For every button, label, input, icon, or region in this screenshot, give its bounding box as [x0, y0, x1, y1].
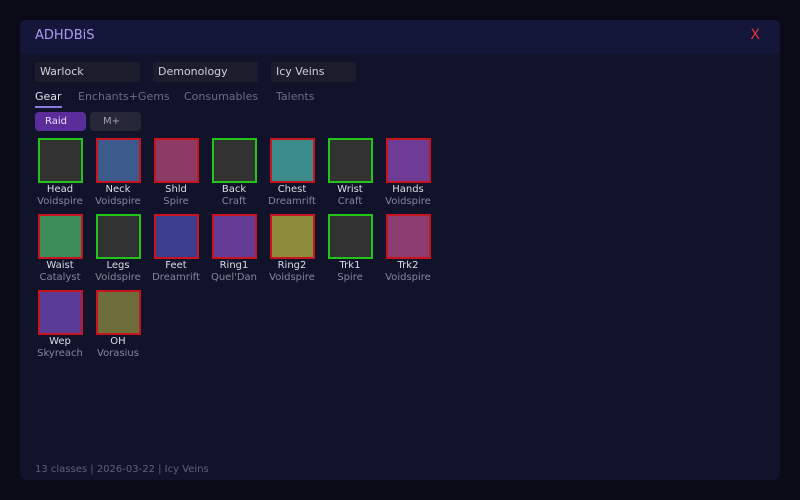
gear-slot-icon — [270, 138, 315, 183]
gear-slot-source: Catalyst — [39, 272, 81, 283]
gear-slot-icon — [96, 138, 141, 183]
gear-slot-source: Vorasius — [97, 348, 139, 359]
gear-slot-source: Craft — [221, 196, 247, 207]
gear-slot-feet[interactable]: Feet Dreamrift — [147, 214, 205, 286]
source-dropdown[interactable]: Icy Veins — [271, 62, 356, 82]
gear-slot-icon — [212, 138, 257, 183]
gear-slot-name: Trk1 — [339, 260, 361, 271]
gear-slot-source: Craft — [337, 196, 363, 207]
gear-slot-name: Trk2 — [397, 260, 419, 271]
gear-slot-name: Wrist — [337, 184, 363, 195]
gear-slot-name: Chest — [277, 184, 307, 195]
gear-slot-wep[interactable]: Wep Skyreach — [31, 290, 89, 362]
gear-slot-source: Skyreach — [37, 348, 83, 359]
gear-slot-icon — [328, 138, 373, 183]
gear-slot-ring1[interactable]: Ring1 Quel'Dan — [205, 214, 263, 286]
gear-slot-source: Quel'Dan — [210, 272, 258, 283]
gear-slot-icon — [386, 214, 431, 259]
gear-slot-trk1[interactable]: Trk1 Spire — [321, 214, 379, 286]
tab-gear[interactable]: Gear — [35, 90, 62, 108]
gear-slot-hands[interactable]: Hands Voidspire — [379, 138, 437, 210]
addon-window: ADHDBiS X Warlock Demonology Icy Veins G… — [20, 20, 780, 480]
tab-enchants-gems[interactable]: Enchants+Gems — [78, 90, 170, 103]
class-dropdown[interactable]: Warlock — [35, 62, 140, 82]
mode-mplus-button[interactable]: M+ — [90, 112, 141, 131]
gear-slot-source: Voidspire — [385, 196, 431, 207]
gear-slot-source: Voidspire — [37, 196, 83, 207]
tab-consumables[interactable]: Consumables — [184, 90, 258, 103]
gear-slot-icon — [386, 138, 431, 183]
close-button[interactable]: X — [750, 27, 760, 43]
gear-slot-icon — [212, 214, 257, 259]
gear-slot-icon — [270, 214, 315, 259]
gear-slot-name: Hands — [392, 184, 424, 195]
gear-slot-back[interactable]: Back Craft — [205, 138, 263, 210]
title-bar[interactable]: ADHDBiS X — [20, 20, 780, 54]
gear-slot-trk2[interactable]: Trk2 Voidspire — [379, 214, 437, 286]
gear-slot-name: Waist — [46, 260, 74, 271]
gear-slot-name: Ring1 — [219, 260, 249, 271]
gear-slot-name: Head — [46, 184, 74, 195]
spec-dropdown[interactable]: Demonology — [153, 62, 258, 82]
status-footer: 13 classes | 2026-03-22 | Icy Veins — [35, 464, 209, 475]
gear-slot-waist[interactable]: Waist Catalyst — [31, 214, 89, 286]
gear-slot-icon — [96, 290, 141, 335]
gear-slot-shld[interactable]: Shld Spire — [147, 138, 205, 210]
gear-slot-name: OH — [110, 336, 126, 347]
tab-talents[interactable]: Talents — [276, 90, 314, 103]
gear-slot-name: Back — [221, 184, 247, 195]
gear-slot-wrist[interactable]: Wrist Craft — [321, 138, 379, 210]
gear-slot-source: Voidspire — [95, 272, 141, 283]
gear-slot-icon — [38, 138, 83, 183]
gear-slot-source: Dreamrift — [268, 196, 316, 207]
gear-slot-source: Voidspire — [269, 272, 315, 283]
window-title: ADHDBiS — [35, 28, 95, 43]
gear-slot-ring2[interactable]: Ring2 Voidspire — [263, 214, 321, 286]
gear-slot-icon — [38, 214, 83, 259]
gear-slot-oh[interactable]: OH Vorasius — [89, 290, 147, 362]
gear-slot-name: Neck — [105, 184, 131, 195]
gear-slot-name: Feet — [165, 260, 187, 271]
gear-slot-icon — [38, 290, 83, 335]
gear-slot-source: Spire — [337, 272, 363, 283]
gear-slot-icon — [154, 214, 199, 259]
gear-slot-legs[interactable]: Legs Voidspire — [89, 214, 147, 286]
gear-slot-name: Wep — [49, 336, 71, 347]
gear-slot-icon — [96, 214, 141, 259]
gear-slot-icon — [154, 138, 199, 183]
gear-slot-name: Legs — [106, 260, 130, 271]
gear-slot-neck[interactable]: Neck Voidspire — [89, 138, 147, 210]
mode-raid-button[interactable]: Raid — [35, 112, 86, 131]
gear-slot-name: Shld — [165, 184, 187, 195]
gear-slot-source: Spire — [163, 196, 189, 207]
gear-slot-icon — [328, 214, 373, 259]
gear-slot-chest[interactable]: Chest Dreamrift — [263, 138, 321, 210]
gear-slot-name: Ring2 — [277, 260, 307, 271]
gear-slot-source: Voidspire — [95, 196, 141, 207]
gear-slot-source: Voidspire — [385, 272, 431, 283]
gear-slot-head[interactable]: Head Voidspire — [31, 138, 89, 210]
gear-slot-source: Dreamrift — [152, 272, 200, 283]
